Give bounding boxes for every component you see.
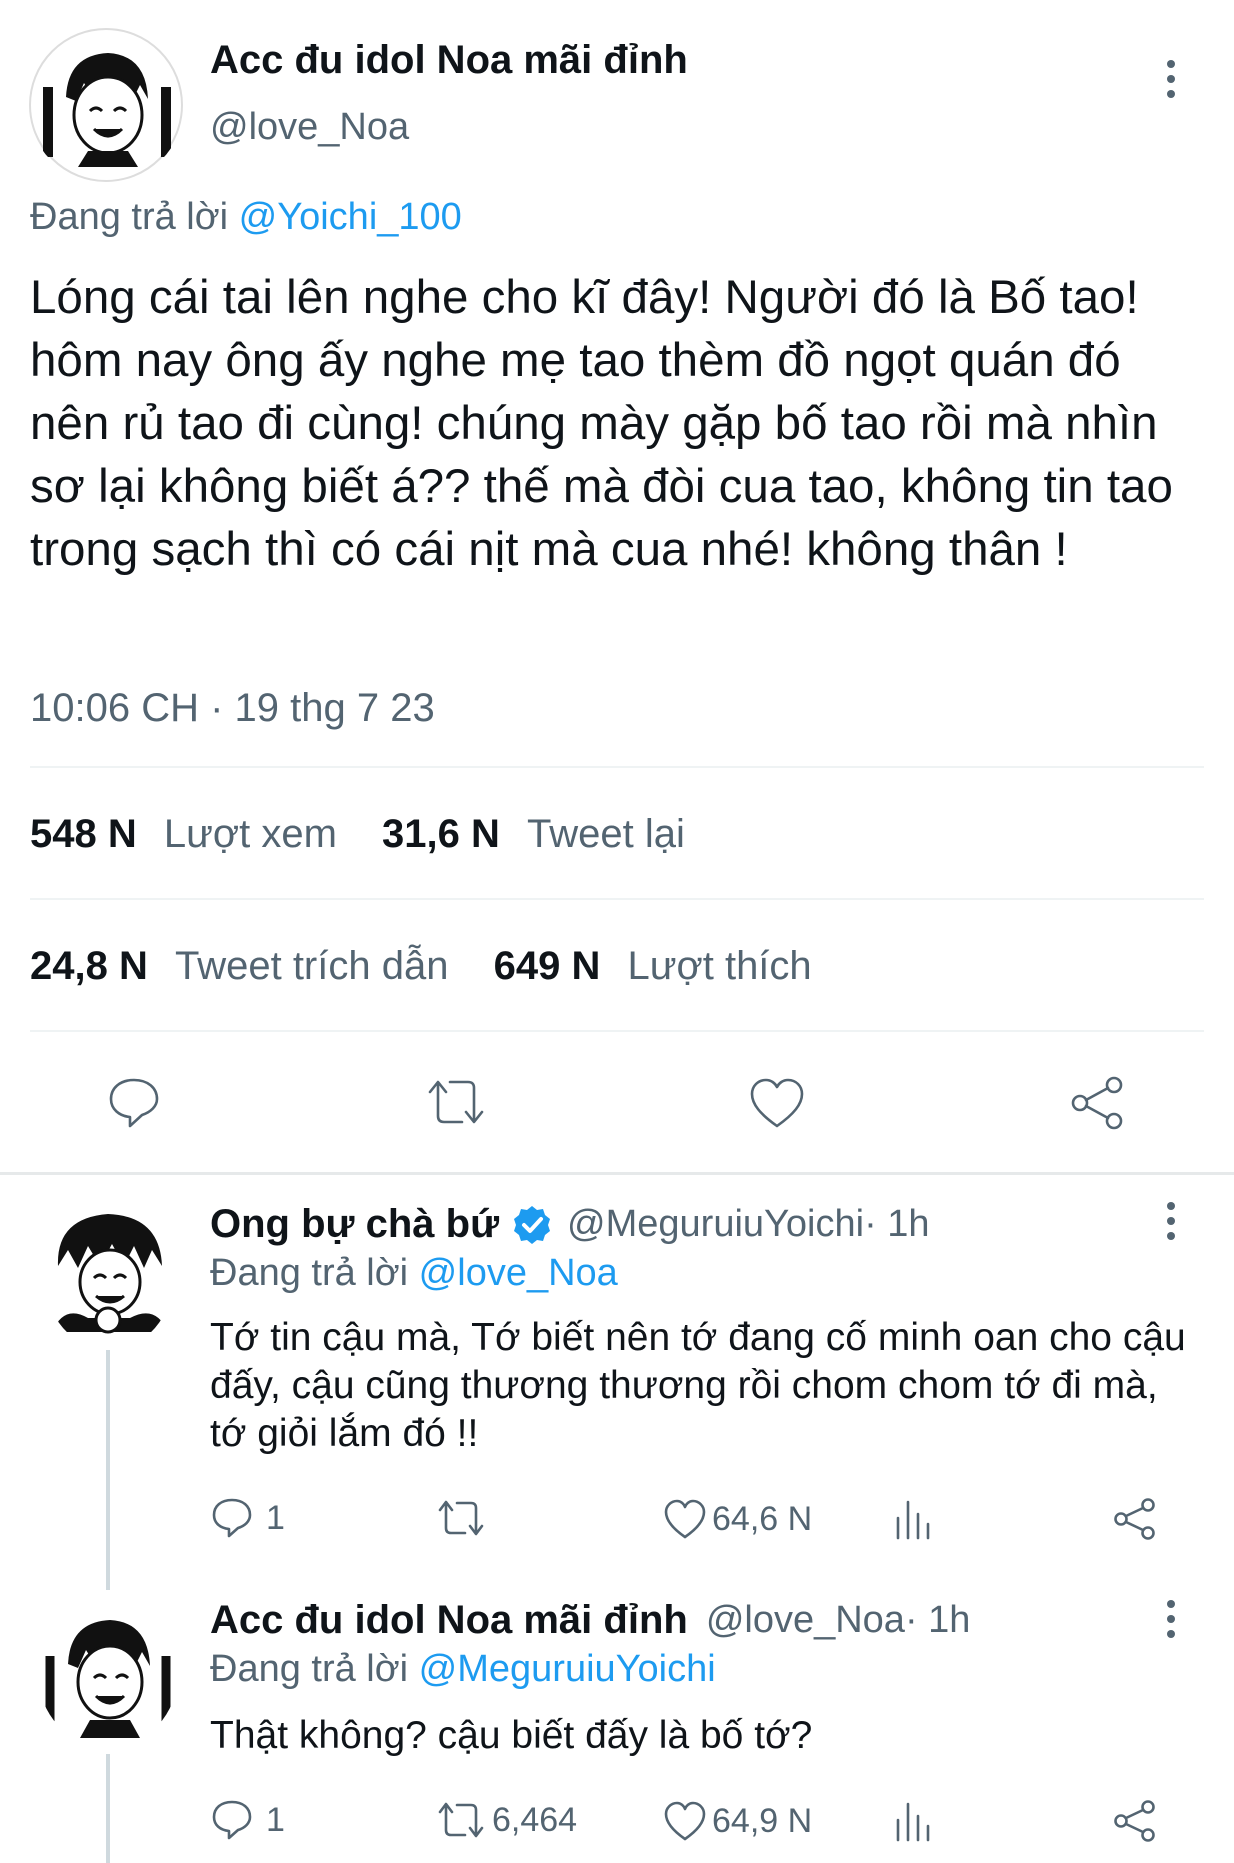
reply-button[interactable] bbox=[106, 1074, 162, 1130]
handle[interactable]: @love_Noa bbox=[210, 106, 409, 149]
tweet-time[interactable]: · 1h bbox=[864, 1203, 929, 1246]
quotes-count[interactable]: 24,8 N bbox=[30, 944, 148, 988]
heart-icon bbox=[664, 1801, 706, 1841]
likes-count[interactable]: 649 N bbox=[494, 944, 601, 988]
tweet-timestamp[interactable]: 10:06 CH · 19 thg 7 23 bbox=[30, 686, 435, 731]
reply-icon bbox=[212, 1498, 252, 1538]
like-button[interactable] bbox=[748, 1076, 806, 1130]
heart-icon bbox=[750, 1078, 804, 1128]
bar-chart-icon bbox=[896, 1802, 930, 1842]
like-count: 64,6 N bbox=[712, 1499, 813, 1538]
tweet-text: Tớ tin cậu mà, Tớ biết nên tớ đang cố mi… bbox=[210, 1316, 1186, 1455]
more-vertical-icon[interactable] bbox=[1164, 1202, 1178, 1240]
reply-button[interactable]: 1 bbox=[210, 1496, 285, 1540]
reply-prefix: Đang trả lời bbox=[30, 196, 229, 238]
heart-icon bbox=[664, 1499, 706, 1539]
more-vertical-icon[interactable] bbox=[1164, 60, 1178, 98]
reply-context: Đang trả lời @love_Noa bbox=[210, 1252, 618, 1295]
tweet-time[interactable]: · 1h bbox=[905, 1599, 970, 1642]
quotes-label[interactable]: Tweet trích dẫn bbox=[175, 944, 448, 988]
reply-prefix: Đang trả lời bbox=[210, 1252, 409, 1294]
reply-prefix: Đang trả lời bbox=[210, 1648, 409, 1690]
more-vertical-icon[interactable] bbox=[1164, 1600, 1178, 1638]
reply-button[interactable]: 1 bbox=[210, 1798, 285, 1842]
stats-row-views-retweets: 548 N Lượt xem 31,6 N Tweet lại bbox=[30, 812, 685, 857]
retweet-icon bbox=[438, 1500, 484, 1536]
bar-chart-icon bbox=[896, 1500, 930, 1540]
thread-line bbox=[106, 1754, 110, 1863]
retweet-icon bbox=[428, 1080, 484, 1124]
share-icon bbox=[1071, 1076, 1123, 1130]
share-button[interactable] bbox=[1068, 1074, 1126, 1132]
retweet-icon bbox=[438, 1802, 484, 1838]
reply-header: Ong bự chà bứ @MeguruiuYoichi · 1h bbox=[210, 1202, 930, 1247]
views-button[interactable] bbox=[890, 1498, 934, 1540]
share-button[interactable] bbox=[1112, 1798, 1158, 1844]
retweets-label[interactable]: Tweet lại bbox=[527, 812, 685, 856]
tweet-text: Thật không? cậu biết đấy là bố tớ? bbox=[210, 1714, 813, 1757]
divider bbox=[30, 898, 1204, 900]
reply-header: Acc đu idol Noa mãi đỉnh @love_Noa · 1h bbox=[210, 1598, 970, 1643]
retweet-button[interactable] bbox=[436, 1498, 494, 1538]
display-name[interactable]: Acc đu idol Noa mãi đỉnh bbox=[210, 38, 688, 83]
display-name[interactable]: Acc đu idol Noa mãi đỉnh bbox=[210, 1598, 688, 1643]
views-count: 548 N bbox=[30, 812, 137, 856]
likes-label[interactable]: Lượt thích bbox=[627, 944, 811, 988]
share-button[interactable] bbox=[1112, 1496, 1158, 1542]
avatar[interactable] bbox=[38, 1598, 178, 1748]
views-button[interactable] bbox=[890, 1800, 934, 1842]
like-button[interactable]: 64,9 N bbox=[662, 1800, 812, 1842]
retweets-count[interactable]: 31,6 N bbox=[382, 812, 500, 856]
retweet-count: 6,464 bbox=[492, 1800, 578, 1839]
share-icon bbox=[1114, 1498, 1155, 1540]
handle[interactable]: @MeguruiuYoichi bbox=[567, 1203, 864, 1246]
thread-line bbox=[106, 1350, 110, 1590]
avatar[interactable] bbox=[28, 27, 184, 183]
display-name[interactable]: Ong bự chà bứ bbox=[210, 1202, 499, 1247]
divider bbox=[30, 766, 1204, 768]
stats-row-quotes-likes: 24,8 N Tweet trích dẫn 649 N Lượt thích bbox=[30, 944, 812, 989]
reply-to-link[interactable]: @love_Noa bbox=[419, 1252, 618, 1294]
tweet-text: Lóng cái tai lên nghe cho kĩ đây! Người … bbox=[30, 271, 1173, 576]
reply-to-link[interactable]: @Yoichi_100 bbox=[239, 196, 462, 238]
share-icon bbox=[1114, 1800, 1155, 1842]
divider bbox=[30, 1030, 1204, 1032]
reply-count: 1 bbox=[266, 1800, 285, 1839]
reply-context: Đang trả lời @MeguruiuYoichi bbox=[210, 1648, 716, 1691]
reply-icon bbox=[212, 1800, 252, 1840]
reply-icon bbox=[109, 1078, 159, 1128]
avatar[interactable] bbox=[44, 1200, 174, 1350]
retweet-button[interactable] bbox=[424, 1076, 488, 1128]
reply-context: Đang trả lời @Yoichi_100 bbox=[30, 196, 462, 239]
verified-badge-icon bbox=[511, 1204, 553, 1246]
like-count: 64,9 N bbox=[712, 1801, 813, 1840]
like-button[interactable]: 64,6 N bbox=[662, 1498, 812, 1540]
section-separator bbox=[0, 1172, 1234, 1175]
handle[interactable]: @love_Noa bbox=[706, 1599, 905, 1642]
retweet-button[interactable]: 6,464 bbox=[436, 1800, 577, 1840]
reply-count: 1 bbox=[266, 1498, 285, 1537]
reply-to-link[interactable]: @MeguruiuYoichi bbox=[419, 1648, 716, 1690]
views-label: Lượt xem bbox=[163, 812, 337, 856]
